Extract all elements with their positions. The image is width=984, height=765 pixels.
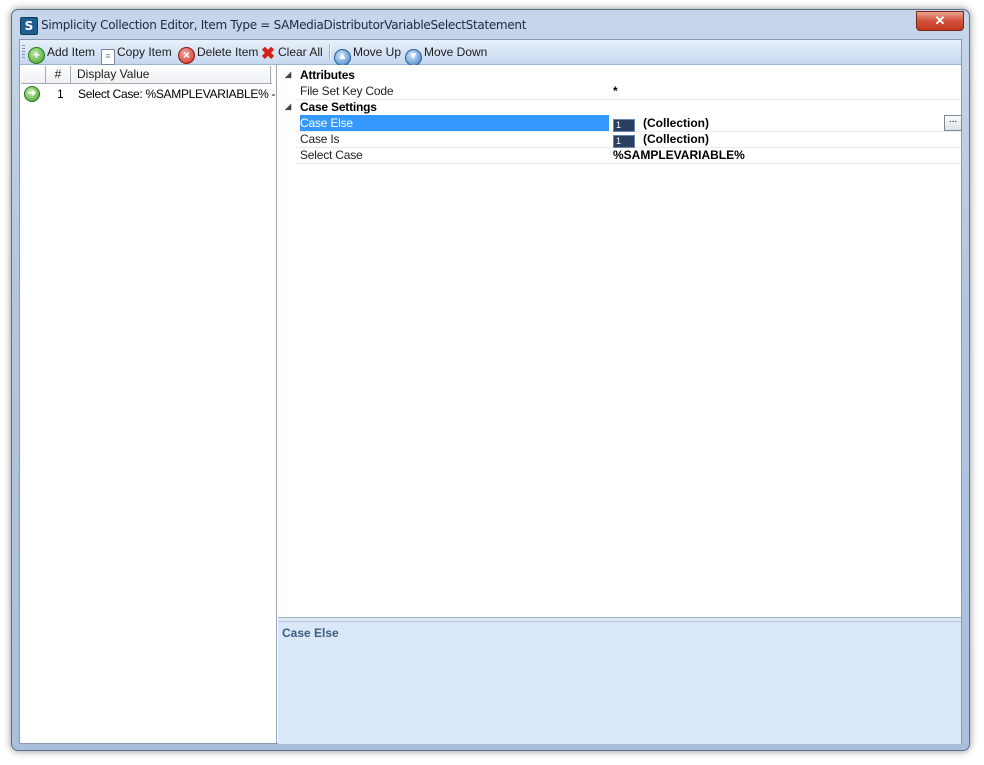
arrow-down-icon: ▼: [405, 49, 422, 66]
property-name: File Set Key Code: [300, 84, 394, 98]
clear-all-label: Clear All: [278, 45, 323, 59]
category-case-settings[interactable]: ◢ Case Settings: [278, 99, 961, 115]
property-row-case-is[interactable]: Case Is 1 (Collection): [296, 131, 961, 148]
copy-item-button[interactable]: ≡ Copy Item: [101, 42, 172, 65]
property-value[interactable]: *: [613, 83, 618, 99]
category-label: Case Settings: [300, 100, 377, 114]
copy-item-label: Copy Item: [117, 45, 172, 59]
move-up-label: Move Up: [353, 45, 402, 59]
property-value[interactable]: 1 (Collection): [613, 131, 709, 148]
description-title: Case Else: [282, 626, 339, 640]
display-value-column-header[interactable]: Display Value: [71, 66, 271, 83]
add-icon: +: [28, 47, 45, 64]
property-grid: ◢ Attributes File Set Key Code * ◢ Case …: [278, 65, 962, 617]
add-item-button[interactable]: + Add Item: [28, 42, 96, 64]
property-value[interactable]: 1 (Collection): [613, 115, 709, 132]
row-display-value: Select Case: %SAMPLEVARIABLE% - *: [78, 87, 283, 101]
arrow-up-icon: ▲: [334, 49, 351, 66]
add-item-label: Add Item: [47, 45, 96, 59]
description-panel: Case Else: [278, 621, 961, 744]
index-column-header[interactable]: #: [46, 66, 71, 83]
current-row-arrow-icon: ➔: [24, 86, 40, 102]
category-label: Attributes: [300, 68, 355, 82]
toolbar-separator: [329, 44, 331, 60]
window-title: Simplicity Collection Editor, Item Type …: [41, 18, 527, 32]
toolbar: + Add Item ≡ Copy Item × Delete Item ✖ Clear…: [20, 40, 961, 66]
delete-item-label: Delete Item: [197, 45, 259, 59]
copy-icon: ≡: [101, 49, 115, 65]
delete-icon: ×: [178, 47, 195, 64]
property-row-file-set-key-code[interactable]: File Set Key Code *: [296, 83, 961, 100]
collapse-triangle-icon[interactable]: ◢: [285, 67, 291, 83]
title-bar[interactable]: S Simplicity Collection Editor, Item Typ…: [12, 10, 969, 39]
category-attributes[interactable]: ◢ Attributes: [278, 67, 961, 83]
collection-value-text: (Collection): [643, 116, 709, 130]
row-index: 1: [57, 87, 64, 101]
move-up-button[interactable]: ▲ Move Up: [334, 42, 402, 66]
ellipsis-button[interactable]: ...: [944, 115, 962, 131]
property-row-select-case[interactable]: Select Case %SAMPLEVARIABLE%: [296, 147, 961, 164]
table-row[interactable]: ➔ 1 Select Case: %SAMPLEVARIABLE% - *: [21, 85, 283, 105]
property-row-case-else[interactable]: Case Else 1 (Collection) ...: [296, 115, 962, 132]
app-icon: S: [20, 17, 38, 35]
property-name: Select Case: [300, 148, 363, 162]
row-header-column[interactable]: [21, 66, 46, 83]
property-name: Case Else: [300, 115, 609, 131]
items-grid-header: # Display Value: [21, 66, 272, 84]
client-area: + Add Item ≡ Copy Item × Delete Item ✖ Clear…: [19, 39, 962, 744]
clear-all-button[interactable]: ✖ Clear All: [260, 42, 323, 62]
collapse-triangle-icon[interactable]: ◢: [285, 99, 291, 115]
close-button[interactable]: ✕: [916, 11, 964, 31]
collection-editor-window: S Simplicity Collection Editor, Item Typ…: [11, 9, 970, 751]
move-down-label: Move Down: [424, 45, 488, 59]
clear-x-icon: ✖: [260, 44, 276, 63]
property-name: Case Is: [300, 132, 340, 146]
move-down-button[interactable]: ▼ Move Down: [405, 42, 488, 66]
toolbar-grip[interactable]: [22, 45, 25, 59]
delete-item-button[interactable]: × Delete Item: [178, 42, 259, 64]
property-value[interactable]: %SAMPLEVARIABLE%: [613, 147, 745, 163]
collection-value-text: (Collection): [643, 132, 709, 146]
items-list-panel: # Display Value ➔ 1 Select Case: %SAMPLE…: [20, 65, 283, 743]
